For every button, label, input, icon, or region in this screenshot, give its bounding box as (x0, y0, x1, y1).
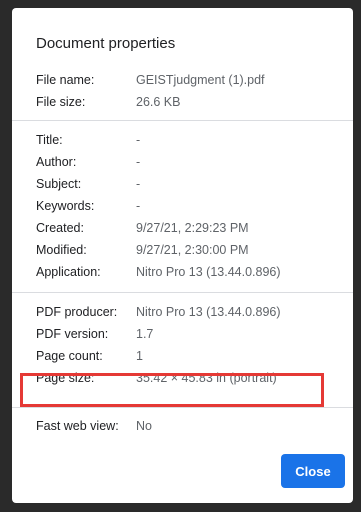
author-value: - (136, 155, 141, 169)
keywords-value: - (136, 199, 141, 213)
application-value: Nitro Pro 13 (13.44.0.896) (136, 265, 281, 279)
page-size-highlight-box (20, 373, 324, 407)
title-label: Title: (36, 133, 63, 147)
document-properties-dialog: Document properties File name: GEISTjudg… (12, 8, 353, 503)
section-divider (12, 120, 353, 121)
section-divider (12, 407, 353, 408)
keywords-label: Keywords: (36, 199, 95, 213)
pdf-version-label: PDF version: (36, 327, 109, 341)
modified-label: Modified: (36, 243, 87, 257)
file-size-value: 26.6 KB (136, 95, 181, 109)
created-value: 9/27/21, 2:29:23 PM (136, 221, 249, 235)
pdf-version-value: 1.7 (136, 327, 154, 341)
modified-value: 9/27/21, 2:30:00 PM (136, 243, 249, 257)
file-name-label: File name: (36, 73, 95, 87)
created-label: Created: (36, 221, 84, 235)
section-divider (12, 292, 353, 293)
subject-value: - (136, 177, 141, 191)
application-label: Application: (36, 265, 101, 279)
pdf-producer-label: PDF producer: (36, 305, 118, 319)
fast-web-view-value: No (136, 419, 152, 433)
close-button[interactable]: Close (281, 454, 345, 488)
title-value: - (136, 133, 141, 147)
dialog-title: Document properties (36, 35, 176, 52)
fast-web-view-label: Fast web view: (36, 419, 119, 433)
page-count-value: 1 (136, 349, 143, 363)
file-name-value: GEISTjudgment (1).pdf (136, 73, 265, 87)
page-count-label: Page count: (36, 349, 103, 363)
author-label: Author: (36, 155, 77, 169)
pdf-producer-value: Nitro Pro 13 (13.44.0.896) (136, 305, 281, 319)
file-size-label: File size: (36, 95, 86, 109)
subject-label: Subject: (36, 177, 82, 191)
